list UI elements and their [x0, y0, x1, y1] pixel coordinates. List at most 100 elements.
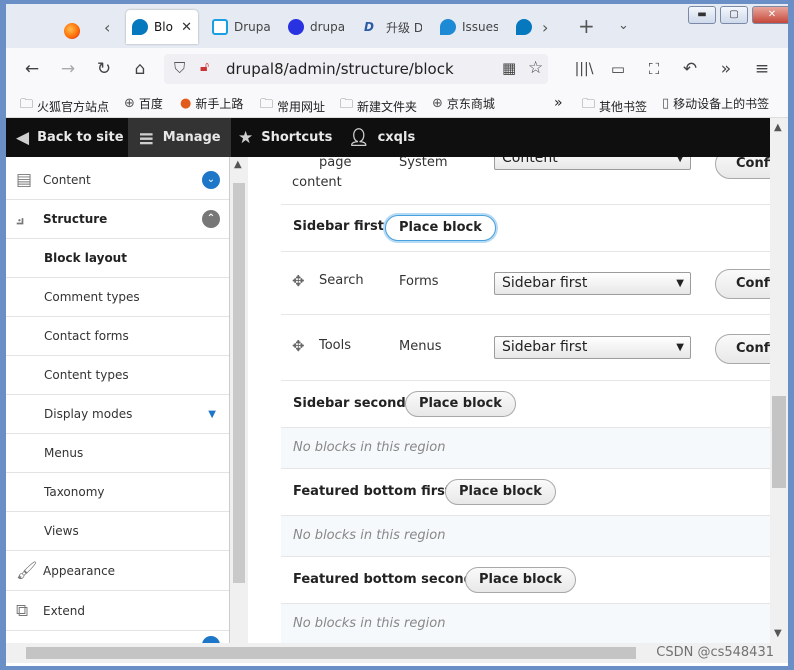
admin-sidebar: ▤ Content ⌄ ⟓ Structure ⌃ Block layout C… — [6, 157, 230, 643]
chevron-up-icon[interactable]: ⌃ — [202, 210, 220, 228]
folder-icon: 🗀 — [260, 97, 274, 112]
drag-handle-icon[interactable]: ✥ — [292, 272, 305, 290]
sidebar-item-block-layout[interactable]: Block layout — [6, 239, 229, 278]
empty-region-row: No blocks in this region — [281, 604, 770, 643]
minimize-window-icon[interactable]: ▬ — [688, 6, 716, 24]
undo-arrow-icon[interactable]: ↶ — [678, 57, 702, 81]
empty-region-row: No blocks in this region — [281, 516, 770, 557]
tab-issues[interactable]: Issues — [434, 10, 504, 44]
configure-button[interactable]: Confi — [715, 334, 770, 364]
globe-icon: ⊕ — [124, 96, 135, 111]
place-block-button[interactable]: Place block — [465, 567, 576, 593]
d-logo-icon: D — [364, 20, 374, 34]
maximize-window-icon[interactable]: ▢ — [720, 6, 748, 24]
bookmark-common-sites[interactable]: 🗀 常用网址 — [260, 95, 325, 117]
manage-tab[interactable]: ≡ Manage — [128, 118, 231, 157]
sidebar-item-comment-types[interactable]: Comment types — [6, 278, 229, 317]
sidebar-item-content-types[interactable]: Content types — [6, 356, 229, 395]
sidebar-item-extend[interactable]: ⧉ Extend — [6, 592, 229, 631]
scroll-down-arrow-icon[interactable]: ▼ — [774, 628, 782, 639]
tab-upgrade[interactable]: D 升级 D — [358, 10, 428, 44]
tab-scroll-right-icon[interactable]: › — [542, 18, 548, 37]
sidebar-item-display-modes[interactable]: Display modes ▼ — [6, 395, 229, 434]
tab-drupal[interactable]: Drupa — [206, 10, 276, 44]
puzzle-icon: ⧉ — [16, 601, 29, 621]
tab-drupal-extra[interactable] — [510, 10, 536, 44]
sidebar-item-contact-forms[interactable]: Contact forms — [6, 317, 229, 356]
screenshot-crop-icon[interactable]: ⛶ — [642, 57, 666, 81]
url-text[interactable]: drupal8/admin/structure/block — [226, 60, 454, 78]
bookmark-jd[interactable]: ⊕ 京东商城 — [432, 95, 495, 112]
bookmarks-bar: 🗀 火狐官方站点 ⊕ 百度 ● 新手上路 🗀 常用网址 🗀 新建文件夹 ⊕ 京东商城 » 🗀… — [6, 90, 788, 118]
chevron-down-icon[interactable]: ⌄ — [202, 171, 220, 189]
region-select[interactable]: Sidebar first ▼ — [494, 272, 691, 295]
expand-triangle-icon[interactable]: ▼ — [208, 409, 216, 420]
shortcuts-tab[interactable]: ★ Shortcuts — [228, 118, 342, 157]
paintbrush-icon: 🖌︎ — [16, 561, 38, 581]
table-row: page content System Content ▼ Confi — [281, 157, 770, 205]
sidebar-toggle-icon[interactable]: ▭ — [606, 57, 630, 81]
insecure-lock-icon[interactable]: 🔓︎ — [200, 59, 209, 75]
page-vertical-scrollbar[interactable]: ▲ ▼ — [770, 118, 788, 643]
region-select[interactable]: Content ▼ — [494, 157, 691, 170]
bookmark-baidu[interactable]: ⊕ 百度 — [124, 95, 163, 112]
bookmark-getting-started[interactable]: ● 新手上路 — [180, 95, 243, 112]
place-block-button[interactable]: Place block — [385, 215, 496, 241]
place-block-button[interactable]: Place block — [445, 479, 556, 505]
bookmark-firefox-official[interactable]: 🗀 火狐官方站点 — [20, 95, 109, 117]
new-tab-icon[interactable]: + — [578, 14, 595, 38]
shield-icon[interactable]: ⛉ — [174, 59, 185, 77]
horizontal-scroll-thumb[interactable] — [26, 647, 636, 659]
configure-button[interactable]: Confi — [715, 269, 770, 299]
bookmark-star-icon[interactable]: ☆ — [528, 58, 543, 78]
drupal-icon — [132, 19, 148, 35]
bookmark-other[interactable]: 🗀 其他书签 — [582, 95, 647, 117]
firefox-icon[interactable] — [58, 14, 86, 48]
tab-block-layout[interactable]: Blo ✕ — [126, 10, 198, 44]
user-icon: 👤︎ — [348, 127, 370, 148]
region-select[interactable]: Sidebar first ▼ — [494, 336, 691, 359]
forward-arrow-icon[interactable]: → — [56, 57, 80, 81]
region-header-sidebar-second: Sidebar second Place block — [281, 381, 770, 428]
qr-code-icon[interactable]: ▦ — [502, 59, 516, 77]
tab-drupal-baidu[interactable]: drupa — [282, 10, 350, 44]
sidebar-item-menus[interactable]: Menus — [6, 434, 229, 473]
vertical-scroll-thumb[interactable] — [772, 396, 786, 488]
list-tabs-chevron-down-icon[interactable]: ⌄ — [618, 18, 629, 33]
configure-button[interactable]: Confi — [715, 157, 770, 179]
drupal-icon — [516, 19, 532, 35]
sidebar-scroll-thumb[interactable] — [233, 183, 245, 583]
more-tools-icon[interactable]: » — [714, 57, 738, 81]
bookmark-mobile[interactable]: ▯ 移动设备上的书签 — [662, 95, 769, 112]
reload-icon[interactable]: ↻ — [92, 57, 116, 81]
more-bookmarks-icon[interactable]: » — [554, 95, 563, 111]
sidebar-item-views[interactable]: Views — [6, 512, 229, 551]
star-icon: ★ — [238, 127, 254, 148]
chevron-down-icon[interactable]: ⌄ — [202, 636, 220, 643]
close-window-icon[interactable]: ✕ — [752, 6, 788, 24]
drag-handle-icon[interactable]: ✥ — [292, 337, 305, 355]
scroll-up-arrow-icon[interactable]: ▲ — [234, 159, 242, 170]
back-circle-icon: ◀ — [16, 127, 30, 148]
home-icon[interactable]: ⌂ — [128, 57, 152, 81]
browser-window: ‹ Blo ✕ Drupa drupa D 升级 D Issues › + ⌄ … — [6, 4, 788, 666]
bookmark-new-folder[interactable]: 🗀 新建文件夹 — [340, 95, 417, 117]
scroll-up-arrow-icon[interactable]: ▲ — [774, 122, 782, 133]
back-arrow-icon[interactable]: ← — [20, 57, 44, 81]
sidebar-item-configuration[interactable]: ⚙︎ ⌄ — [6, 632, 229, 643]
close-tab-icon[interactable]: ✕ — [181, 20, 192, 35]
drop-icon — [440, 19, 456, 35]
firefox-icon: ● — [180, 96, 192, 111]
menu-hamburger-icon[interactable]: ≡ — [750, 57, 774, 81]
place-block-button[interactable]: Place block — [405, 391, 516, 417]
library-icon[interactable]: |||\ — [572, 57, 596, 81]
back-to-site-link[interactable]: ◀ Back to site — [6, 118, 134, 157]
sidebar-scrollbar[interactable]: ▲ — [230, 157, 248, 643]
tab-scroll-left-icon[interactable]: ‹ — [104, 18, 110, 37]
user-tab[interactable]: 👤︎ cxqls — [338, 118, 425, 157]
address-bar[interactable]: ⛉ 🔓︎ drupal8/admin/structure/block ▦ ☆ — [164, 54, 548, 84]
sidebar-item-content[interactable]: ▤ Content ⌄ — [6, 161, 229, 200]
sidebar-item-appearance[interactable]: 🖌︎ Appearance — [6, 552, 229, 591]
sidebar-item-taxonomy[interactable]: Taxonomy — [6, 473, 229, 512]
sidebar-item-structure[interactable]: ⟓ Structure ⌃ — [6, 200, 229, 239]
